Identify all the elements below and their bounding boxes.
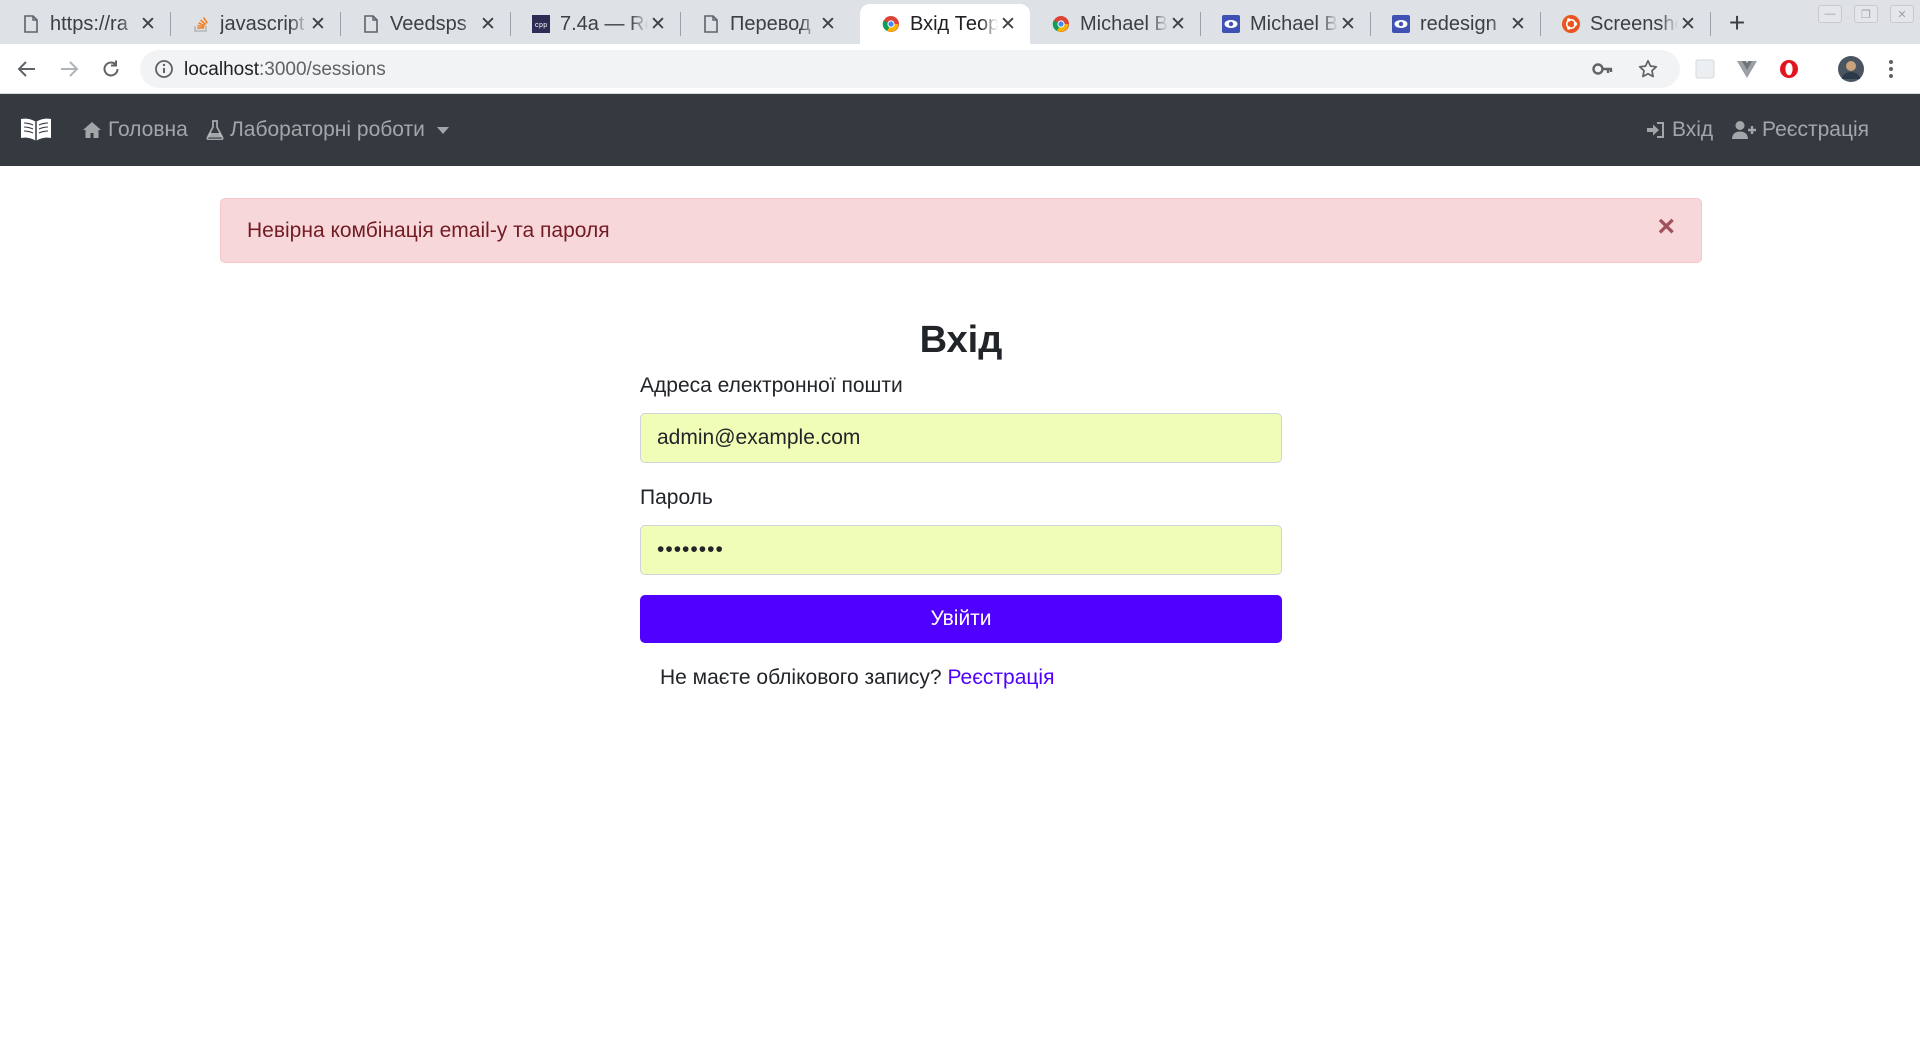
opera-icon[interactable]: [1778, 58, 1800, 80]
stackoverflow-icon: [192, 15, 210, 33]
reload-icon: [103, 60, 119, 77]
url-host: localhost: [184, 59, 259, 80]
eye-icon: [1222, 15, 1240, 33]
flask-icon: [206, 120, 224, 140]
browser-tab[interactable]: cpp 7.4a — Re ✕: [510, 4, 680, 44]
tab-title: Вхід Теор: [910, 12, 998, 35]
maximize-window-icon[interactable]: ❐: [1854, 5, 1878, 23]
tab-title: redesign: [1420, 12, 1497, 35]
home-icon: [82, 121, 102, 139]
book-open-icon[interactable]: [20, 116, 52, 147]
nav-labs-dropdown[interactable]: Лабораторні роботи: [206, 116, 449, 144]
email-label: Адреса електронної пошти: [640, 374, 903, 397]
register-link[interactable]: Реєстрація: [947, 666, 1054, 689]
nav-home-link[interactable]: Головна: [82, 116, 188, 144]
close-tab-icon[interactable]: ✕: [648, 14, 668, 35]
close-tab-icon[interactable]: ✕: [138, 14, 158, 35]
password-field[interactable]: [640, 525, 1282, 575]
cpp-icon: cpp: [532, 15, 550, 33]
email-field[interactable]: [640, 413, 1282, 463]
close-tab-icon[interactable]: ✕: [1508, 14, 1528, 35]
no-account-text: Не маєте облікового запису?: [660, 666, 948, 689]
info-icon[interactable]: [154, 59, 174, 84]
browser-toolbar: localhost:3000/sessions: [0, 44, 1920, 94]
profile-avatar[interactable]: [1838, 56, 1864, 82]
close-tab-icon[interactable]: ✕: [998, 14, 1018, 35]
signup-prompt: Не маєте облікового запису? Реєстрація: [660, 666, 1054, 690]
close-tab-icon[interactable]: ✕: [478, 14, 498, 35]
reload-button[interactable]: [94, 52, 128, 86]
tab-separator: [1710, 12, 1711, 36]
tab-title: javascript: [220, 12, 305, 35]
error-alert: Невірна комбінація email-у та пароля ×: [220, 198, 1702, 263]
new-tab-button[interactable]: +: [1720, 6, 1754, 40]
browser-tab-strip: https://ra ✕ javascript ✕ Veedsps ✕ cpp …: [0, 0, 1920, 44]
close-tab-icon[interactable]: ✕: [1168, 14, 1188, 35]
back-button[interactable]: [10, 52, 44, 86]
chrome-icon: [1052, 15, 1070, 33]
ubuntu-icon: [1562, 15, 1580, 33]
extension-icon[interactable]: [1694, 58, 1716, 80]
close-window-icon[interactable]: ✕: [1890, 5, 1914, 23]
close-tab-icon[interactable]: ✕: [1338, 14, 1358, 35]
login-button[interactable]: Увійти: [640, 595, 1282, 643]
arrow-left-icon: [17, 61, 35, 77]
nav-login-label: Вхід: [1672, 118, 1714, 141]
tab-title: https://ra: [50, 12, 128, 35]
close-tab-icon[interactable]: ✕: [1678, 14, 1698, 35]
tab-title: Michael B: [1080, 12, 1168, 35]
minimize-window-icon[interactable]: —: [1818, 5, 1842, 23]
nav-home-label: Головна: [108, 118, 188, 141]
tab-title: 7.4a — Re: [560, 12, 648, 35]
vue-devtools-icon[interactable]: [1736, 58, 1758, 80]
url-text[interactable]: localhost:3000/sessions: [184, 59, 386, 81]
key-icon[interactable]: [1592, 59, 1614, 84]
browser-tab[interactable]: javascript ✕: [170, 4, 340, 44]
address-bar[interactable]: localhost:3000/sessions: [140, 50, 1680, 88]
page-icon: [702, 15, 720, 33]
password-label: Пароль: [640, 486, 713, 509]
browser-tab[interactable]: redesign ✕: [1370, 4, 1540, 44]
eye-icon: [1392, 15, 1410, 33]
nav-register-link[interactable]: Реєстрація: [1732, 116, 1869, 144]
close-tab-icon[interactable]: ✕: [818, 14, 838, 35]
browser-tab[interactable]: Michael B ✕: [1200, 4, 1370, 44]
nav-labs-label: Лабораторні роботи: [230, 118, 425, 141]
alert-message: Невірна комбінація email-у та пароля: [247, 219, 610, 242]
nav-login-link[interactable]: Вхід: [1646, 116, 1713, 144]
browser-tab-active[interactable]: Вхід Теор ✕: [860, 4, 1030, 44]
tab-title: Screensho: [1590, 12, 1678, 35]
close-alert-button[interactable]: ×: [1657, 212, 1675, 242]
tab-title: Michael B: [1250, 12, 1338, 35]
nav-register-label: Реєстрація: [1762, 118, 1870, 141]
browser-tab[interactable]: https://ra ✕: [0, 4, 170, 44]
site-navbar: Головна Лабораторні роботи Вхід Реєстрац…: [0, 94, 1920, 166]
arrow-right-icon: [61, 61, 79, 77]
tab-title: Перевод: [730, 12, 811, 35]
browser-tab[interactable]: Veedsps ✕: [340, 4, 510, 44]
forward-button[interactable]: [52, 52, 86, 86]
browser-tab[interactable]: Перевод ✕: [680, 4, 850, 44]
svg-text:cpp: cpp: [535, 22, 548, 30]
page-icon: [362, 15, 380, 33]
tab-title: Veedsps: [390, 12, 467, 35]
browser-tab[interactable]: Michael B ✕: [1030, 4, 1200, 44]
caret-down-icon: [436, 126, 449, 134]
close-tab-icon[interactable]: ✕: [308, 14, 328, 35]
browser-tab[interactable]: Screensho ✕: [1540, 4, 1710, 44]
bookmark-star-icon[interactable]: [1638, 59, 1658, 84]
login-form: Вхід Адреса електронної пошти Пароль Уві…: [640, 316, 1282, 689]
chrome-icon: [882, 15, 900, 33]
url-path: :3000/sessions: [259, 59, 386, 80]
page-icon: [22, 15, 40, 33]
more-vert-icon[interactable]: [1880, 58, 1902, 80]
user-plus-icon: [1732, 120, 1756, 140]
page-title: Вхід: [919, 319, 1003, 361]
sign-in-icon: [1646, 120, 1666, 140]
